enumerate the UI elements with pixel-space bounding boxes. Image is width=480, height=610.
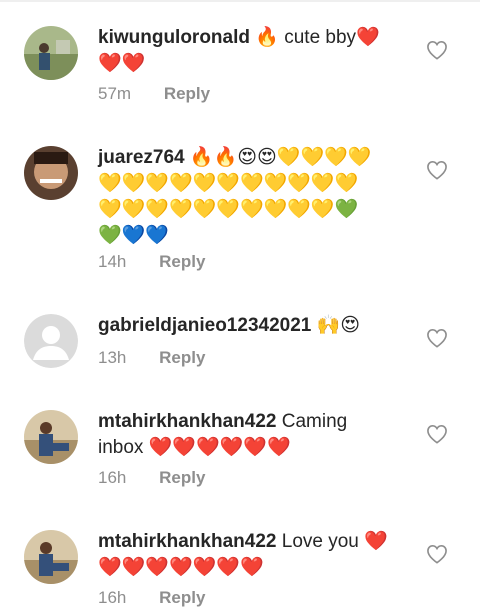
comment-timestamp: 16h xyxy=(98,588,127,607)
reply-button[interactable]: Reply xyxy=(159,252,205,272)
reply-button[interactable]: Reply xyxy=(164,84,210,104)
heart-outline-icon[interactable] xyxy=(426,160,448,180)
comment-timestamp: 57m xyxy=(98,84,132,103)
comment-username[interactable]: juarez764 xyxy=(98,147,185,168)
heart-outline-icon[interactable] xyxy=(426,40,448,60)
comment-text: 🙌😍 xyxy=(316,315,361,336)
comment-username[interactable]: gabrieldjanieo12342021 xyxy=(98,315,311,336)
reply-button[interactable]: Reply xyxy=(159,588,205,608)
divider xyxy=(0,0,480,2)
avatar[interactable] xyxy=(24,26,78,80)
default-avatar-icon[interactable] xyxy=(24,314,78,368)
avatar[interactable] xyxy=(24,146,78,200)
heart-outline-icon[interactable] xyxy=(426,328,448,348)
comment-timestamp: 13h xyxy=(98,348,127,367)
reply-button[interactable]: Reply xyxy=(159,348,205,368)
avatar[interactable] xyxy=(24,410,78,464)
heart-outline-icon[interactable] xyxy=(426,424,448,444)
comment-timestamp: 14h xyxy=(98,252,127,271)
comment-username[interactable]: kiwunguloronald xyxy=(98,27,250,48)
comment-timestamp: 16h xyxy=(98,468,127,487)
reply-button[interactable]: Reply xyxy=(159,468,205,488)
comment-username[interactable]: mtahirkhankhan422 xyxy=(98,411,276,432)
avatar[interactable] xyxy=(24,530,78,584)
comment-username[interactable]: mtahirkhankhan422 xyxy=(98,531,276,552)
heart-outline-icon[interactable] xyxy=(426,544,448,564)
